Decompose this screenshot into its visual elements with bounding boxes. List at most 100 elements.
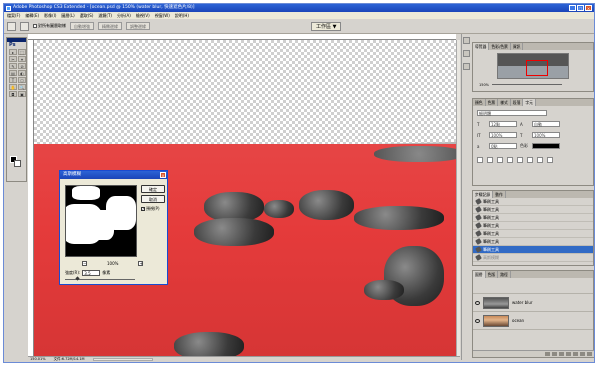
bold-button[interactable] xyxy=(477,157,483,163)
menu-file[interactable]: 檔案(F) xyxy=(7,13,20,19)
tab-navigator[interactable]: 導覽器 xyxy=(473,43,490,50)
tab-paragraph[interactable]: 段落 xyxy=(511,99,524,106)
ok-button[interactable]: 確定 xyxy=(141,185,165,193)
link-layers-icon[interactable] xyxy=(545,352,550,356)
tool-preset-picker[interactable] xyxy=(7,21,16,31)
navigator-thumbnail[interactable] xyxy=(497,53,569,79)
visibility-eye-icon[interactable] xyxy=(475,300,480,305)
adjust-edge-button[interactable]: 調整邊緣 xyxy=(126,22,150,30)
maximize-button[interactable]: □ xyxy=(577,5,584,11)
tab-color[interactable]: 顏色 xyxy=(473,99,486,106)
brush-tool-icon[interactable]: ✎ xyxy=(9,63,17,69)
menu-analysis[interactable]: 分析(A) xyxy=(117,13,131,19)
brush-size-icon[interactable] xyxy=(20,21,29,31)
trash-icon[interactable] xyxy=(587,352,592,356)
history-item[interactable]: 筆刷工具 xyxy=(473,238,593,246)
screen-mode-icon[interactable]: ▣ xyxy=(18,91,26,97)
menu-select[interactable]: 選取(S) xyxy=(80,13,94,19)
tab-swatches[interactable]: 色票 xyxy=(486,99,499,106)
clone-source-panel-icon[interactable] xyxy=(463,50,470,57)
shape-tool-icon[interactable]: ⬡ xyxy=(18,77,26,83)
menu-layer[interactable]: 圖層(L) xyxy=(61,13,74,19)
tab-styles[interactable]: 樣式 xyxy=(498,99,511,106)
workspace-menu[interactable]: 工作區 ▼ xyxy=(311,22,342,31)
history-item-selected[interactable]: 筆刷工具 xyxy=(473,246,593,254)
tab-character[interactable]: 字元 xyxy=(523,99,536,106)
history-item[interactable]: 筆刷工具 xyxy=(473,206,593,214)
history-item[interactable]: 筆刷工具 xyxy=(473,214,593,222)
radius-slider-thumb[interactable] xyxy=(75,276,80,281)
layer-style-icon[interactable] xyxy=(552,352,557,356)
blur-preview[interactable] xyxy=(65,185,137,257)
radius-input[interactable]: 3.5 xyxy=(82,270,101,276)
dialog-close-button[interactable]: × xyxy=(160,172,166,178)
gradient-tool-icon[interactable]: ▤ xyxy=(9,70,17,76)
text-color-swatch[interactable] xyxy=(532,143,560,149)
close-button[interactable]: × xyxy=(585,5,592,11)
navigator-zoom-slider[interactable] xyxy=(492,84,563,85)
sample-all-layers-checkbox[interactable]: 對所有圖層取樣 xyxy=(33,23,66,29)
dialog-title-bar[interactable]: 高斯模糊 × xyxy=(60,171,167,179)
font-size-field[interactable]: 12點 xyxy=(489,121,517,127)
horizontal-scrollbar[interactable] xyxy=(92,357,153,361)
menu-edit[interactable]: 編輯(E) xyxy=(25,13,39,19)
italic-button[interactable] xyxy=(487,157,493,163)
tab-channels[interactable]: 色版 xyxy=(486,271,499,278)
layer-mask-icon[interactable] xyxy=(559,352,564,356)
zoom-in-button[interactable]: + xyxy=(138,261,144,266)
view-box[interactable] xyxy=(526,60,548,76)
auto-enhance-button[interactable]: 自動增強 xyxy=(70,22,94,30)
tab-history[interactable]: 步驟記錄 xyxy=(473,191,494,198)
tab-actions[interactable]: 動作 xyxy=(493,191,506,198)
preview-checkbox[interactable]: ✓ 預視(P) xyxy=(141,206,160,212)
quick-mask-icon[interactable]: ◘ xyxy=(9,91,17,97)
menu-image[interactable]: 影像(I) xyxy=(44,13,56,19)
vertical-scale-field[interactable]: 100% xyxy=(489,132,517,138)
visibility-eye-icon[interactable] xyxy=(475,318,480,323)
move-tool-icon[interactable]: ▸ xyxy=(9,49,17,55)
leading-field[interactable]: 自動 xyxy=(532,121,560,127)
tab-layers[interactable]: 圖層 xyxy=(473,271,486,278)
history-item[interactable]: 筆刷工具 xyxy=(473,198,593,206)
vertical-scrollbar[interactable] xyxy=(456,40,460,356)
crop-tool-icon[interactable]: ✂ xyxy=(9,56,17,62)
marquee-tool-icon[interactable]: ⬚ xyxy=(18,49,26,55)
zoom-out-button[interactable]: − xyxy=(82,261,87,266)
dodge-tool-icon[interactable]: ◐ xyxy=(18,70,26,76)
document-info[interactable]: 文件:6.72M/14.1M xyxy=(54,357,85,361)
type-tool-icon[interactable]: T xyxy=(9,77,17,83)
horizontal-scale-field[interactable]: 100% xyxy=(532,132,560,138)
refine-edge-button[interactable]: 精緻邊緣 xyxy=(98,22,122,30)
baseline-shift-field[interactable]: 0點 xyxy=(489,143,517,149)
menu-window[interactable]: 視窗(W) xyxy=(155,13,170,19)
underline-button[interactable] xyxy=(537,157,543,163)
radius-slider[interactable] xyxy=(65,276,135,281)
strikethrough-button[interactable] xyxy=(547,157,553,163)
brushes-panel-icon[interactable] xyxy=(463,37,470,44)
layer-row[interactable]: ocean xyxy=(473,312,593,330)
menu-filter[interactable]: 濾鏡(T) xyxy=(98,13,112,19)
navigator-zoom-value[interactable]: 150% xyxy=(479,83,489,87)
subscript-button[interactable] xyxy=(527,157,533,163)
eraser-tool-icon[interactable]: ⊘ xyxy=(18,63,26,69)
history-item[interactable]: 筆刷工具 xyxy=(473,222,593,230)
menu-view[interactable]: 檢視(V) xyxy=(136,13,150,19)
font-family-select[interactable]: 細明體 xyxy=(477,110,547,116)
history-item[interactable]: 筆刷工具 xyxy=(473,230,593,238)
tab-info[interactable]: 資訊 xyxy=(511,43,524,50)
small-caps-button[interactable] xyxy=(507,157,513,163)
new-layer-icon[interactable] xyxy=(580,352,585,356)
all-caps-button[interactable] xyxy=(497,157,503,163)
hand-tool-icon[interactable]: ✋ xyxy=(9,84,17,90)
history-item[interactable]: 高斯模糊 xyxy=(473,254,593,262)
tab-paths[interactable]: 路徑 xyxy=(498,271,511,278)
background-color-swatch[interactable] xyxy=(14,160,21,167)
new-group-icon[interactable] xyxy=(573,352,578,356)
zoom-tool-icon[interactable]: 🔍 xyxy=(18,84,26,90)
adjustment-layer-icon[interactable] xyxy=(566,352,571,356)
superscript-button[interactable] xyxy=(517,157,523,163)
tool-presets-panel-icon[interactable] xyxy=(463,63,470,70)
zoom-level[interactable]: 150.01% xyxy=(30,357,46,361)
slice-tool-icon[interactable]: ⌖ xyxy=(18,56,26,62)
menu-help[interactable]: 說明(H) xyxy=(175,13,189,19)
